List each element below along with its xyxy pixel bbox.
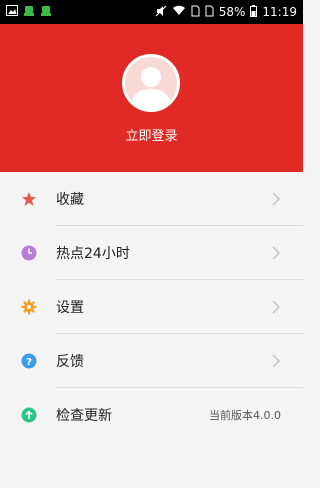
menu-item-hot-24h[interactable]: 热点24小时 [0, 226, 303, 280]
menu-item-label: 检查更新 [56, 408, 112, 424]
chevron-right-icon [272, 300, 280, 314]
gallery-icon [6, 5, 18, 19]
menu-item-label: 收藏 [56, 192, 84, 208]
gear-icon [20, 298, 38, 316]
chevron-right-icon [272, 246, 280, 260]
sim-icon [191, 5, 200, 20]
avatar[interactable] [122, 54, 180, 112]
status-bar: 58% 11:19 [0, 0, 303, 24]
menu-item-favorites[interactable]: 收藏 [0, 172, 303, 226]
star-icon [20, 190, 38, 208]
upload-icon [20, 406, 38, 424]
status-time: 11:19 [262, 5, 297, 19]
menu-item-check-update[interactable]: 检查更新 当前版本4.0.0 [0, 388, 303, 442]
profile-header: 立即登录 [0, 24, 303, 172]
menu-item-label: 反馈 [56, 354, 84, 370]
sim-icon-2 [205, 5, 214, 20]
app-notification-icon-2 [40, 5, 52, 20]
user-avatar-icon [131, 67, 171, 109]
menu-item-feedback[interactable]: ? 反馈 [0, 334, 303, 388]
menu-item-label: 设置 [56, 300, 84, 316]
chevron-right-icon [272, 354, 280, 368]
clock-icon [20, 244, 38, 262]
wifi-icon [172, 5, 186, 19]
login-button[interactable]: 立即登录 [0, 125, 303, 144]
battery-icon [250, 4, 258, 20]
mute-icon [155, 5, 167, 20]
menu-list: 收藏 热点24小时 设置 ? 反馈 检查更新 当前版本4.0.0 [0, 172, 303, 442]
version-text: 当前版本4.0.0 [209, 409, 281, 422]
chevron-right-icon [272, 192, 280, 206]
menu-item-label: 热点24小时 [56, 246, 130, 262]
app-notification-icon [23, 5, 35, 20]
svg-text:?: ? [26, 357, 32, 368]
menu-item-settings[interactable]: 设置 [0, 280, 303, 334]
battery-percent: 58% [218, 5, 246, 19]
help-icon: ? [20, 352, 38, 370]
